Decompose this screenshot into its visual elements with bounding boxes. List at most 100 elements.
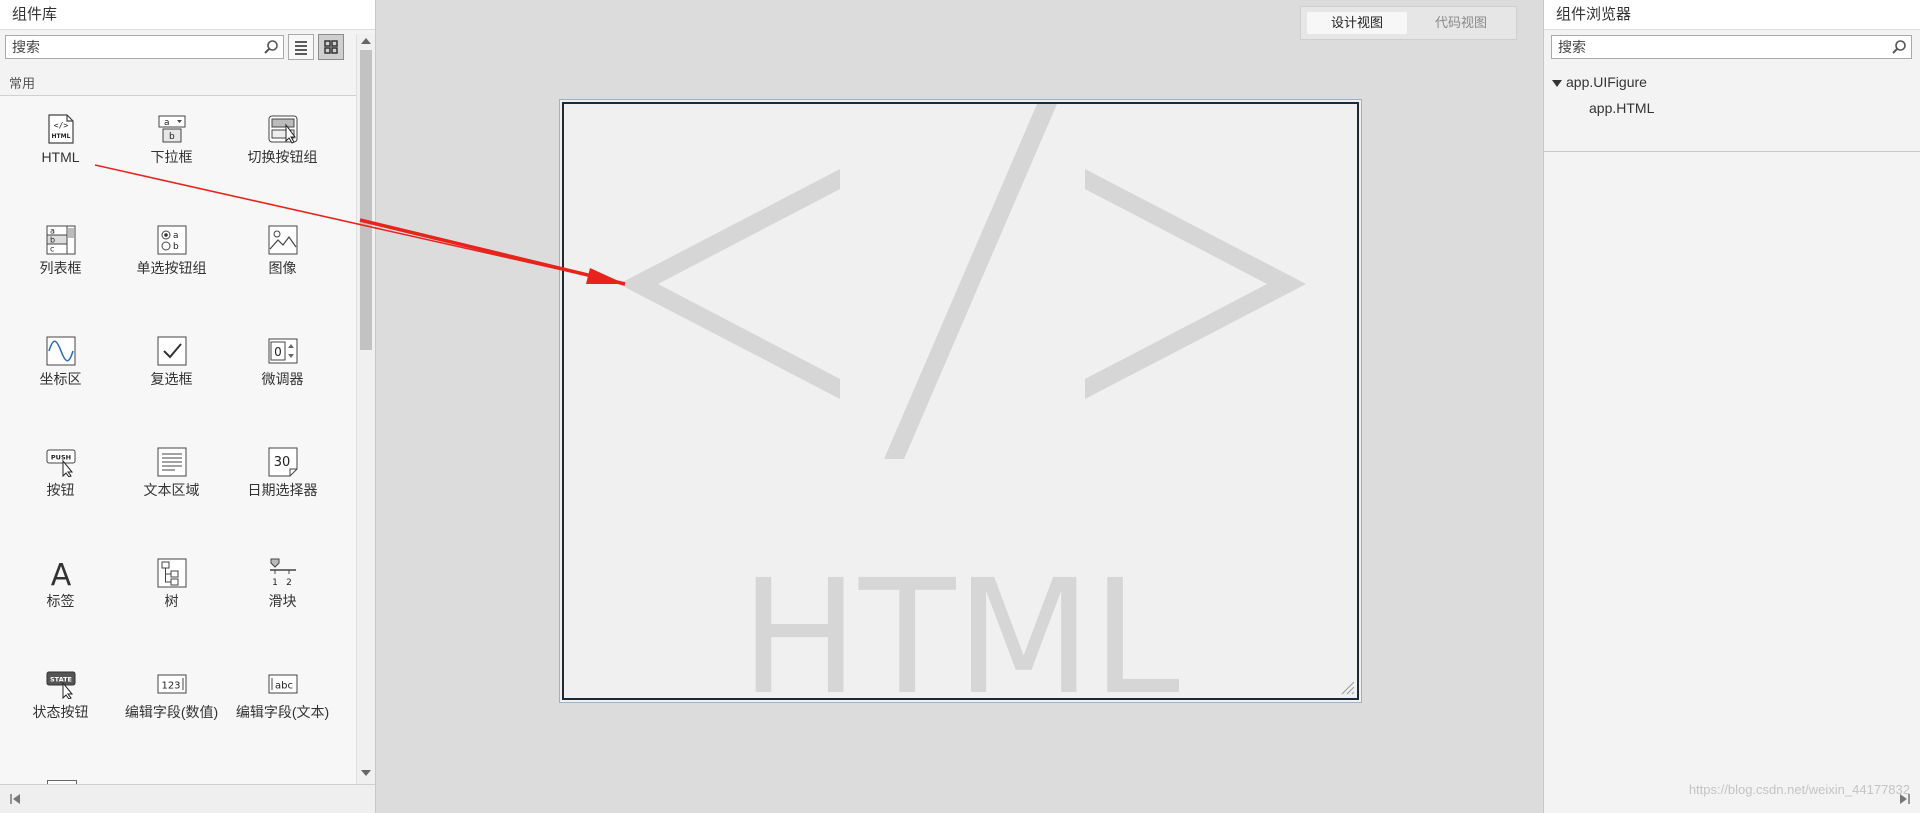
list-view-icon (295, 41, 307, 55)
component-search-box[interactable] (5, 35, 284, 59)
design-view-tab[interactable]: 设计视图 (1307, 12, 1407, 34)
svg-text:30: 30 (273, 455, 290, 470)
component-listbox[interactable]: a b c 列表框 (5, 225, 116, 277)
svg-text:123: 123 (161, 681, 180, 692)
component-grid-scrollbar[interactable] (356, 34, 375, 784)
text-edit-field-icon: abc (268, 674, 297, 694)
expand-caret-icon[interactable] (1552, 80, 1562, 87)
dropdown-icon: a b (158, 115, 185, 143)
component-label: 编辑字段(数值) (124, 704, 219, 720)
component-label: 滑块 (268, 593, 297, 609)
push-button-icon: PUSH (46, 449, 75, 477)
component-library-title: 组件库 (0, 0, 375, 30)
component-toggle-button-group[interactable]: 切换按钮组 (227, 114, 338, 166)
component-text-edit-field[interactable]: abc 编辑字段(文本) (227, 669, 338, 721)
checkbox-icon (157, 336, 186, 366)
text-area-icon (157, 447, 186, 477)
component-date-picker[interactable]: 30 日期选择器 (227, 447, 338, 499)
angle-right-shape (1085, 169, 1306, 399)
svg-text:2: 2 (286, 578, 292, 588)
resize-grip-icon (1341, 681, 1355, 695)
component-label: 标签 (46, 593, 75, 609)
component-numeric-edit-field[interactable]: 123 编辑字段(数值) (116, 669, 227, 721)
html-placeholder-text: HTML (740, 546, 1180, 698)
search-icon[interactable] (263, 39, 279, 55)
scroll-thumb[interactable] (360, 50, 372, 350)
component-label: 按钮 (46, 482, 75, 498)
collapse-left-icon[interactable] (8, 792, 22, 806)
component-label: 微调器 (261, 371, 304, 387)
component-text-area[interactable]: 文本区域 (116, 447, 227, 499)
svg-text:c: c (50, 245, 54, 254)
grid-view-icon (324, 40, 338, 54)
tree-node-uifigure[interactable]: app.UIFigure (1544, 74, 1844, 94)
svg-text:0: 0 (274, 345, 282, 359)
tree-node-html[interactable]: app.HTML (1589, 100, 1654, 116)
component-checkbox[interactable]: 复选框 (116, 336, 227, 388)
component-search-row (0, 30, 375, 64)
tree-node-label: app.UIFigure (1566, 74, 1647, 90)
view-toggle: 设计视图 代码视图 (1300, 6, 1517, 40)
component-radio-button-group[interactable]: a b 单选按钮组 (116, 225, 227, 277)
browser-search-input[interactable] (1552, 36, 1878, 58)
component-label: 状态按钮 (32, 704, 89, 720)
left-panel-footer (0, 784, 375, 813)
image-icon (268, 225, 297, 255)
component-label: 编辑字段(文本) (235, 704, 330, 720)
axes-icon (46, 336, 75, 366)
svg-text:b: b (169, 132, 175, 142)
component-image[interactable]: 图像 (227, 225, 338, 277)
date-picker-icon: 30 (268, 447, 297, 477)
component-axes[interactable]: 坐标区 (5, 336, 116, 388)
component-browser-panel: 组件浏览器 app.UIFigure app.HTML (1543, 0, 1920, 813)
tree-icon (157, 558, 186, 588)
svg-text:PUSH: PUSH (50, 454, 70, 462)
component-tree[interactable]: 树 (116, 558, 227, 610)
component-label: 树 (164, 593, 179, 609)
grid-view-button[interactable] (318, 34, 344, 60)
search-icon[interactable] (1891, 39, 1907, 55)
component-label: 单选按钮组 (136, 260, 207, 276)
html-component[interactable]: HTML (562, 102, 1359, 700)
list-view-button[interactable] (288, 34, 314, 60)
component-label: 坐标区 (39, 371, 82, 387)
svg-text:b: b (50, 236, 55, 245)
svg-text:a: a (173, 231, 179, 241)
ui-figure-canvas[interactable]: HTML (559, 99, 1362, 703)
component-label: 下拉框 (150, 149, 193, 165)
svg-text:A: A (50, 558, 71, 588)
watermark-text: https://blog.csdn.net/weixin_44177832 (1688, 782, 1910, 797)
component-spinner[interactable]: 0 微调器 (227, 336, 338, 388)
component-search-input[interactable] (6, 36, 252, 58)
component-grid: </> HTML HTML a b 下拉框 切换按钮组 a b c 列表框 a … (0, 96, 356, 784)
section-common-title: 常用 (0, 72, 356, 96)
component-push-button[interactable]: PUSH 按钮 (5, 447, 116, 499)
scroll-down-icon[interactable] (361, 770, 371, 776)
component-label: 文本区域 (143, 482, 200, 498)
code-view-tab[interactable]: 代码视图 (1411, 12, 1511, 34)
svg-text:STATE: STATE (49, 676, 71, 684)
component-browser-title: 组件浏览器 (1544, 0, 1920, 30)
component-dropdown[interactable]: a b 下拉框 (116, 114, 227, 166)
component-tree: app.UIFigure app.HTML (1544, 68, 1920, 152)
numeric-edit-field-icon: 123 (157, 674, 186, 694)
svg-text:</>: </> (53, 121, 68, 130)
component-label: 列表框 (39, 260, 82, 276)
component-state-button[interactable]: STATE 状态按钮 (5, 669, 116, 721)
component-label: 复选框 (150, 371, 193, 387)
slider-icon: 1 2 (269, 558, 296, 588)
component-slider[interactable]: 1 2 滑块 (227, 558, 338, 610)
component-label: 图像 (268, 260, 297, 276)
component-html[interactable]: </> HTML HTML (5, 114, 116, 166)
svg-text:1: 1 (272, 578, 278, 588)
state-button-icon: STATE (46, 671, 75, 699)
toggle-button-group-icon (268, 115, 297, 144)
radio-button-group-icon: a b (157, 225, 186, 255)
component-label: HTML (41, 149, 80, 165)
component-label-widget[interactable]: A 标签 (5, 558, 116, 610)
svg-text:a: a (164, 118, 170, 128)
html-placeholder-graphic: HTML (619, 104, 1355, 698)
scroll-up-icon[interactable] (361, 38, 371, 44)
browser-search-box[interactable] (1551, 35, 1912, 59)
spinner-icon: 0 (268, 338, 297, 364)
